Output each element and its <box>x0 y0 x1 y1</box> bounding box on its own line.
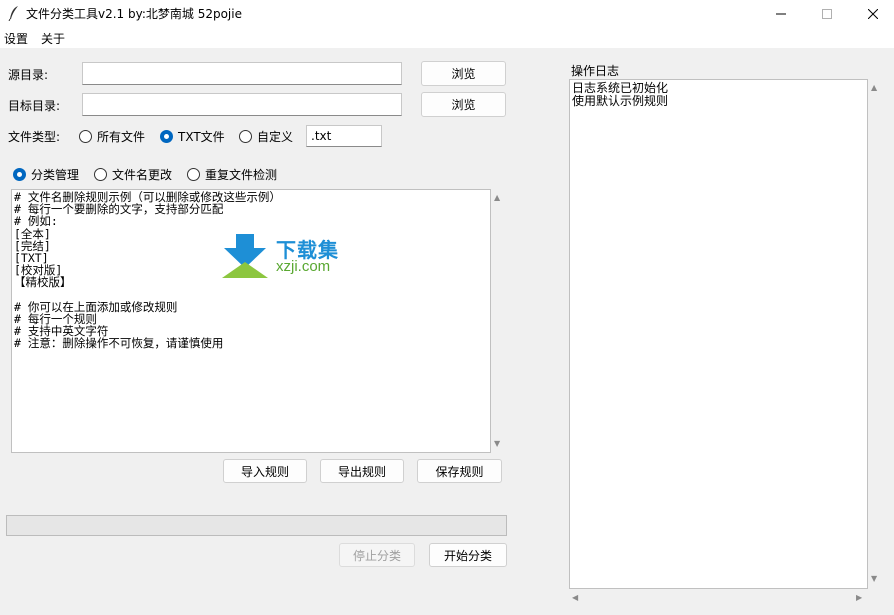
menu-settings[interactable]: 设置 <box>4 30 28 47</box>
browse-target-button[interactable]: 浏览 <box>421 92 506 117</box>
filetype-option-label: TXT文件 <box>178 130 225 144</box>
filetype-option-label: 所有文件 <box>97 130 146 144</box>
start-classify-button[interactable]: 开始分类 <box>429 543 507 567</box>
radio-circle <box>79 130 92 143</box>
mode-option-label: 文件名更改 <box>112 168 173 182</box>
log-text-area[interactable]: 日志系统已初始化 使用默认示例规则 <box>569 79 868 589</box>
filetype-radio-txt[interactable]: TXT文件 <box>160 128 225 145</box>
radio-circle <box>187 168 200 181</box>
scroll-up-icon[interactable]: ▲ <box>494 193 500 202</box>
scroll-down-icon[interactable]: ▼ <box>871 574 877 583</box>
rule-line: # 注意：删除操作不可恢复，请谨慎使用 <box>14 336 224 351</box>
menu-bar: 设置 关于 <box>0 27 894 48</box>
rule-line <box>14 289 488 301</box>
rule-line: # 例如: <box>14 214 58 229</box>
radio-circle-selected <box>13 168 26 181</box>
scroll-up-icon[interactable]: ▲ <box>871 83 877 92</box>
stop-classify-button[interactable]: 停止分类 <box>339 543 415 567</box>
radio-circle <box>239 130 252 143</box>
source-dir-label: 源目录: <box>8 68 49 82</box>
target-dir-input[interactable] <box>82 93 402 116</box>
menu-about[interactable]: 关于 <box>41 30 65 47</box>
import-rules-button[interactable]: 导入规则 <box>223 459 307 483</box>
maximize-icon <box>822 8 832 19</box>
maximize-button[interactable] <box>804 0 850 27</box>
minimize-icon <box>776 13 786 14</box>
close-button[interactable] <box>850 0 894 27</box>
source-dir-input[interactable] <box>82 62 402 85</box>
close-icon <box>868 8 878 19</box>
window-title: 文件分类工具v2.1 by:北梦南城 52pojie <box>26 7 242 21</box>
filetype-label: 文件类型: <box>8 130 61 144</box>
custom-extension-input[interactable] <box>306 125 382 147</box>
progress-bar <box>6 515 507 536</box>
filetype-option-label: 自定义 <box>257 130 294 144</box>
export-rules-button[interactable]: 导出规则 <box>320 459 404 483</box>
log-vertical-scrollbar[interactable]: ▲ ▼ <box>868 79 884 589</box>
log-line: 使用默认示例规则 <box>572 94 669 108</box>
watermark-text-url: xzji.com <box>276 258 331 275</box>
mode-option-label: 重复文件检测 <box>205 168 278 182</box>
rules-scrollbar[interactable]: ▲ ▼ <box>491 189 507 453</box>
rules-text-area[interactable]: # 文件名删除规则示例（可以删除或修改这些示例） # 每行一个要删除的文字，支持… <box>11 189 491 453</box>
mode-radio-rename[interactable]: 文件名更改 <box>94 166 172 183</box>
watermark-logo: 下载集 xzji.com <box>220 232 360 280</box>
download-arrow-icon <box>222 234 268 278</box>
log-title: 操作日志 <box>571 64 620 78</box>
scroll-left-icon[interactable]: ◀ <box>572 593 578 602</box>
rule-line: # 每行一个要删除的文字，支持部分匹配 <box>14 202 224 217</box>
mode-option-label: 分类管理 <box>31 168 80 182</box>
scroll-right-icon[interactable]: ▶ <box>856 593 862 602</box>
radio-circle <box>94 168 107 181</box>
target-dir-label: 目标目录: <box>8 99 61 113</box>
filetype-radio-custom[interactable]: 自定义 <box>239 128 293 145</box>
feather-icon <box>8 6 18 21</box>
radio-circle-selected <box>160 130 173 143</box>
scroll-down-icon[interactable]: ▼ <box>494 439 500 448</box>
title-bar: 文件分类工具v2.1 by:北梦南城 52pojie <box>0 0 894 27</box>
mode-radio-classify[interactable]: 分类管理 <box>13 166 79 183</box>
browse-source-button[interactable]: 浏览 <box>421 61 506 86</box>
mode-radio-duplicate[interactable]: 重复文件检测 <box>187 166 277 183</box>
filetype-radio-all[interactable]: 所有文件 <box>79 128 145 145</box>
save-rules-button[interactable]: 保存规则 <box>417 459 502 483</box>
minimize-button[interactable] <box>758 0 804 27</box>
